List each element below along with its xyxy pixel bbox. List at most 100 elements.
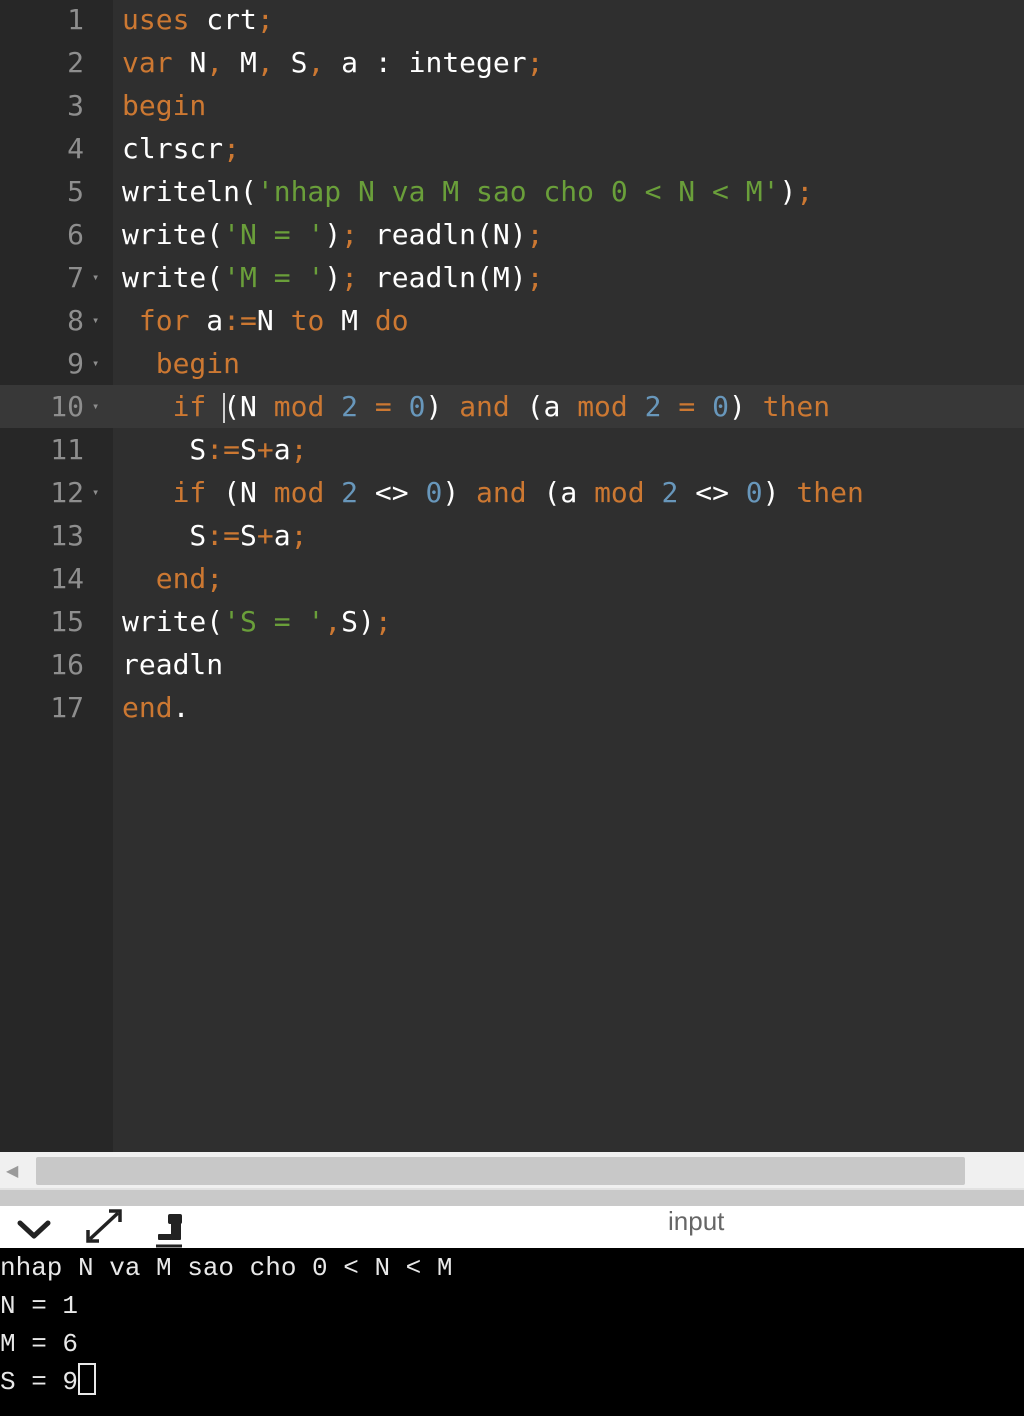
- code-text: begin: [122, 84, 206, 127]
- code-line[interactable]: 10 ▾ if (N mod 2 = 0) and (a mod 2 = 0) t…: [0, 385, 1024, 428]
- code-token: do: [374, 304, 409, 337]
- code-line[interactable]: 13 S:=S+a;: [0, 514, 1024, 557]
- code-text: var N, M, S, a : integer;: [122, 41, 543, 84]
- line-number: 7: [67, 261, 84, 294]
- code-token: ,: [206, 46, 241, 79]
- console-line: N = 1: [0, 1287, 78, 1325]
- code-token: M: [240, 46, 257, 79]
- code-token: 'S = ': [223, 605, 325, 638]
- code-line[interactable]: 15 write('S = ',S);: [0, 600, 1024, 643]
- code-token: clrscr: [122, 132, 224, 165]
- code-token: 0: [712, 390, 729, 423]
- clear-console-button[interactable]: [148, 1206, 196, 1248]
- code-token: 0: [745, 476, 763, 509]
- clear-console-icon: [156, 1214, 182, 1248]
- code-token: ;: [256, 3, 274, 36]
- code-token: 0: [408, 390, 426, 423]
- code-line[interactable]: 4 clrscr;: [0, 127, 1024, 170]
- code-token: if: [172, 476, 224, 509]
- code-line[interactable]: 7 ▾ write('M = '); readln(M);: [0, 256, 1024, 299]
- code-token: ,: [324, 605, 342, 638]
- code-token: write(: [122, 218, 224, 251]
- code-token: ): [425, 390, 460, 423]
- code-token: ;: [796, 175, 814, 208]
- code-token: <>: [374, 476, 426, 509]
- code-line[interactable]: 9 ▾ begin: [0, 342, 1024, 385]
- scrollbar-thumb[interactable]: [36, 1157, 965, 1185]
- code-text: readln: [122, 643, 223, 686]
- horizontal-scrollbar[interactable]: ◀: [0, 1152, 1024, 1190]
- code-token: mod: [273, 390, 342, 423]
- console-toolbar: input: [0, 1206, 1024, 1248]
- code-token: =: [374, 390, 409, 423]
- code-token: then: [796, 476, 864, 509]
- code-token: mod: [577, 390, 645, 423]
- line-number: 6: [67, 218, 84, 251]
- code-line[interactable]: 16 readln: [0, 643, 1024, 686]
- code-token: ;: [223, 132, 241, 165]
- collapse-console-button[interactable]: [10, 1206, 58, 1248]
- code-token: a : integer: [341, 46, 527, 79]
- code-text: clrscr;: [122, 127, 240, 170]
- code-token: 2: [644, 390, 679, 423]
- panel-splitter[interactable]: [0, 1190, 1024, 1206]
- fold-toggle-icon[interactable]: ▾: [92, 471, 99, 514]
- line-number: 1: [67, 3, 84, 36]
- code-token: readln: [122, 648, 224, 681]
- code-line[interactable]: 6 write('N = '); readln(N);: [0, 213, 1024, 256]
- code-token: and: [459, 390, 527, 423]
- code-token: a: [206, 304, 224, 337]
- code-line[interactable]: 5 writeln('nhap N va M sao cho 0 < N < M'…: [0, 170, 1024, 213]
- code-token: ,: [256, 46, 291, 79]
- code-token: readln(N): [374, 218, 527, 251]
- code-token: +: [256, 519, 274, 552]
- code-editor[interactable]: 1 uses crt; 2 var N, M, S, a : integer; 3 beg…: [0, 0, 1024, 1152]
- code-token: crt: [206, 3, 257, 36]
- code-line[interactable]: 1 uses crt;: [0, 0, 1024, 41]
- line-number: 16: [50, 648, 84, 681]
- fold-toggle-icon[interactable]: ▾: [92, 299, 99, 342]
- code-token: <>: [695, 476, 746, 509]
- code-token: mod: [273, 476, 342, 509]
- console-text: S = 9: [0, 1367, 79, 1397]
- fold-toggle-icon[interactable]: ▾: [92, 385, 99, 428]
- console-cursor: [78, 1363, 97, 1395]
- console-text: nhap N va M sao cho 0 < N < M: [0, 1253, 453, 1283]
- console-output[interactable]: nhap N va M sao cho 0 < N < M N = 1 M = 6 S…: [0, 1248, 1024, 1416]
- code-line[interactable]: 14 end;: [0, 557, 1024, 600]
- code-token: :=: [206, 519, 241, 552]
- code-token: mod: [594, 476, 662, 509]
- code-text: write('N = '); readln(N);: [122, 213, 543, 256]
- code-token: ;: [374, 605, 392, 638]
- line-number: 2: [67, 46, 84, 79]
- code-token: S: [290, 46, 308, 79]
- scroll-left-arrow-icon[interactable]: ◀: [6, 1161, 18, 1180]
- expand-console-button[interactable]: [80, 1206, 128, 1248]
- code-line[interactable]: 2 var N, M, S, a : integer;: [0, 41, 1024, 84]
- code-token: readln(M): [374, 261, 527, 294]
- code-token: ;: [526, 218, 544, 251]
- code-token: ): [728, 390, 763, 423]
- code-token: 'N = ': [223, 218, 325, 251]
- code-token: ,: [307, 46, 342, 79]
- fold-toggle-icon[interactable]: ▾: [92, 256, 99, 299]
- console-title: input: [668, 1206, 725, 1236]
- fold-toggle-icon[interactable]: ▾: [92, 342, 99, 385]
- line-number: 8: [67, 304, 84, 337]
- chevron-down-icon: [17, 1220, 51, 1239]
- code-token: for: [138, 304, 207, 337]
- code-token: +: [256, 433, 274, 466]
- code-line[interactable]: 11 S:=S+a;: [0, 428, 1024, 471]
- code-line[interactable]: 17 end.: [0, 686, 1024, 729]
- code-token: :=: [206, 433, 241, 466]
- code-token: write(: [122, 261, 224, 294]
- code-text: S:=S+a;: [122, 428, 307, 471]
- code-line[interactable]: 8 ▾ for a:=N to M do: [0, 299, 1024, 342]
- code-line[interactable]: 12 ▾ if (N mod 2 <> 0) and (a mod 2 <> 0)…: [0, 471, 1024, 514]
- code-line[interactable]: 3 begin: [0, 84, 1024, 127]
- code-token: to: [290, 304, 342, 337]
- code-token: var: [122, 46, 190, 79]
- code-token: ): [324, 218, 342, 251]
